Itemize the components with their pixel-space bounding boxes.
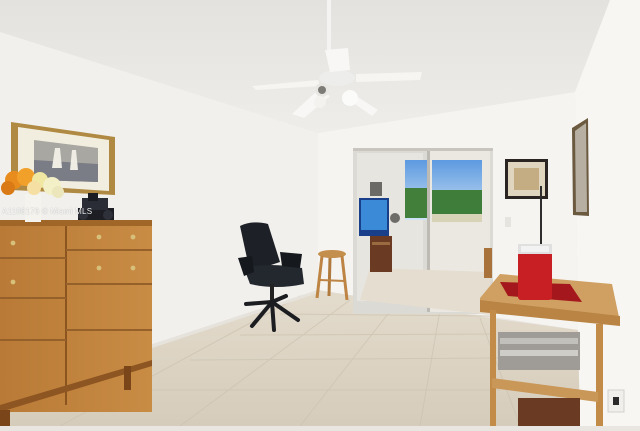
power-cord [540,186,542,246]
light-switch [505,217,511,227]
mls-watermark: A1188176 © Miami MLS [2,207,93,216]
wooden-dresser [0,220,152,426]
red-coffee-maker [518,244,552,300]
room-photo [0,0,640,427]
power-outlet [607,389,625,413]
framed-picture-right-wall [572,118,589,216]
sliding-glass-door [353,148,493,315]
